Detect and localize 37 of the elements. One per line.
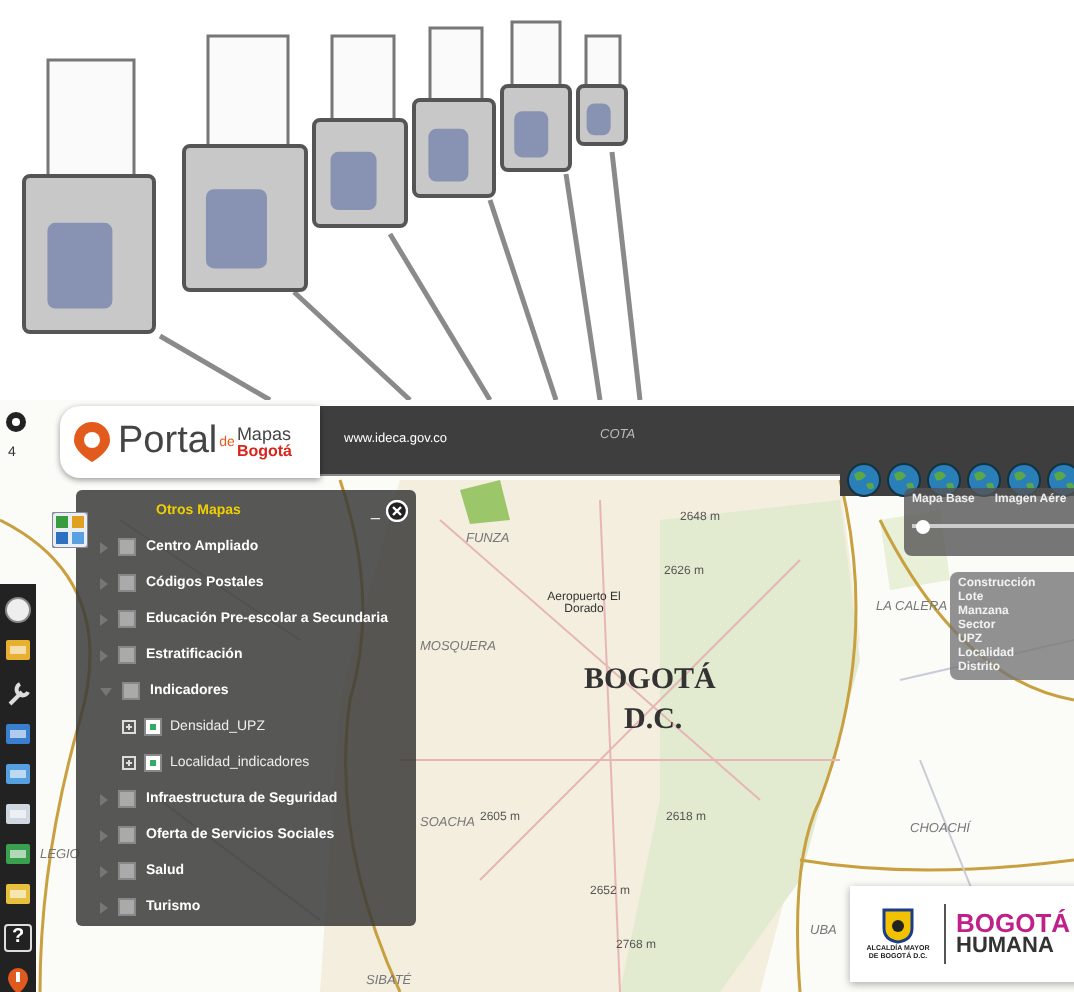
minimize-button[interactable]: _ xyxy=(371,501,380,519)
globe-icon[interactable] xyxy=(846,462,882,498)
tool-icon[interactable] xyxy=(4,840,32,868)
checkbox[interactable] xyxy=(118,646,136,664)
tool-icon[interactable] xyxy=(4,680,32,708)
expand-box-icon[interactable] xyxy=(122,720,136,734)
tool-icon[interactable] xyxy=(4,800,32,828)
checkbox[interactable] xyxy=(118,790,136,808)
park-area xyxy=(460,480,510,524)
tool-icon[interactable] xyxy=(4,760,32,788)
map-grid-icon[interactable] xyxy=(52,512,88,548)
logo-text: Mapas xyxy=(236,425,292,443)
expand-box-icon[interactable] xyxy=(122,756,136,770)
info-icon[interactable] xyxy=(6,412,26,432)
pin-logo-icon xyxy=(68,418,116,466)
checkbox[interactable] xyxy=(118,574,136,592)
map-label: D.C. xyxy=(624,704,683,738)
checkbox[interactable] xyxy=(118,826,136,844)
help-button[interactable]: ? xyxy=(4,924,32,952)
map-label: BOGOTÁ xyxy=(584,664,716,698)
tool-icon[interactable] xyxy=(4,880,32,908)
tool-icon[interactable] xyxy=(4,720,32,748)
brand-subtitle: HUMANA xyxy=(956,936,1056,958)
logo-text: Bogotá xyxy=(236,443,292,459)
checkbox[interactable] xyxy=(144,718,162,736)
brand-title: BOGOTÁ xyxy=(956,910,1071,936)
logo-text: Portal xyxy=(118,420,218,464)
checkbox[interactable] xyxy=(118,538,136,556)
tool-icon[interactable] xyxy=(4,966,32,992)
checkbox[interactable] xyxy=(118,898,136,916)
checkbox[interactable] xyxy=(122,682,140,700)
checkbox[interactable] xyxy=(144,754,162,772)
checkbox[interactable] xyxy=(118,862,136,880)
close-icon[interactable] xyxy=(386,499,408,521)
coat-of-arms-icon xyxy=(882,908,914,944)
tool-icon[interactable] xyxy=(4,636,32,664)
checkbox[interactable] xyxy=(118,610,136,628)
